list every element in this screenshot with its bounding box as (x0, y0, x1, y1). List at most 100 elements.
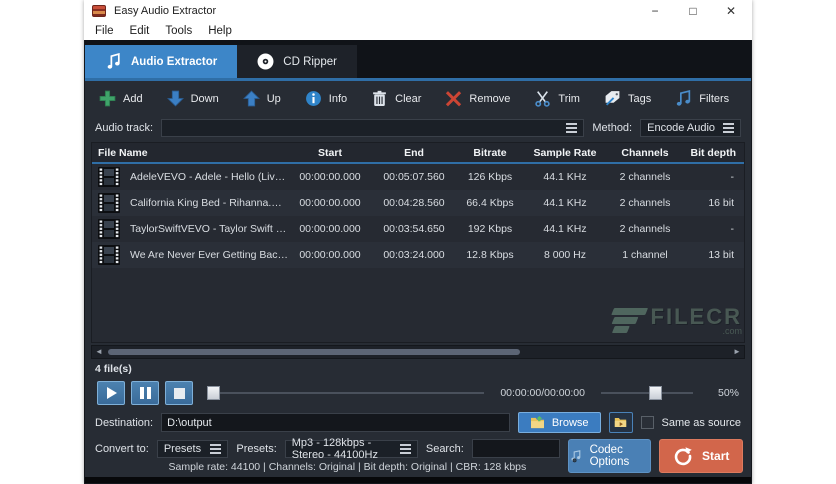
toolbar: Add Down Up Info Clear Remove Trim Tags Filters (85, 81, 751, 116)
file-table: File Name Start End Bitrate Sample Rate Chann… (91, 142, 745, 343)
filecr-logo-icon (603, 307, 648, 333)
tags-button[interactable]: Tags (598, 86, 665, 111)
column-header[interactable]: Bit depth (684, 147, 744, 159)
arrow-up-icon (242, 90, 260, 107)
cell: TaylorSwiftVEVO - Taylor Swift - Wildest… (130, 223, 288, 235)
seek-slider[interactable] (207, 385, 485, 401)
method-value: Encode Audio (647, 122, 715, 134)
column-header[interactable]: Channels (606, 147, 684, 159)
add-button[interactable]: Add (93, 86, 157, 111)
audio-track-label: Audio track: (95, 122, 154, 134)
menu-help[interactable]: Help (201, 24, 239, 38)
browse-button[interactable]: Browse (517, 412, 601, 433)
toolbar-button-label: Trim (558, 92, 580, 105)
menu-edit[interactable]: Edit (123, 24, 157, 38)
cell: 2 channels (619, 171, 671, 183)
cell: 44.1 KHz (543, 223, 587, 235)
same-as-source-label: Same as source (661, 416, 741, 429)
scrollbar-track[interactable] (106, 348, 730, 356)
column-header[interactable]: File Name (92, 147, 288, 159)
play-button[interactable] (97, 381, 125, 405)
scroll-left-icon[interactable]: ◄ (92, 346, 106, 358)
music-filter-icon (675, 90, 692, 107)
status-bar: 4 file(s) (85, 359, 751, 377)
audio-track-row: Audio track: Method: Encode Audio (85, 116, 751, 142)
destination-label: Destination: (95, 416, 154, 429)
start-refresh-icon (674, 447, 692, 466)
cell: - (730, 223, 735, 235)
volume-slider[interactable] (601, 385, 693, 401)
cell: 44.1 KHz (543, 197, 587, 209)
search-label: Search: (425, 442, 464, 455)
dropdown-icon (566, 123, 578, 133)
tab-label: Audio Extractor (131, 55, 218, 68)
down-button[interactable]: Down (161, 86, 233, 111)
info-button[interactable]: Info (299, 86, 361, 111)
clear-button[interactable]: Clear (365, 86, 435, 111)
cell: We Are Never Ever Getting Back Together.… (130, 249, 288, 261)
table-row[interactable]: TaylorSwiftVEVO - Taylor Swift - Wildest… (92, 216, 744, 242)
cell: 00:00:00.000 (299, 197, 361, 209)
column-header[interactable]: End (372, 147, 456, 159)
remove-button[interactable]: Remove (439, 86, 524, 111)
title-bar: Easy Audio Extractor − □ ✕ (84, 0, 752, 22)
filters-button[interactable]: Filters (669, 86, 743, 111)
codec-note-icon (571, 450, 581, 463)
search-input[interactable] (471, 439, 560, 458)
tag-icon (604, 90, 621, 107)
codec-options-button[interactable]: Codec Options (567, 439, 652, 473)
menu-tools[interactable]: Tools (158, 24, 199, 38)
cell: 44.1 KHz (543, 171, 587, 183)
presets-label: Presets: (236, 442, 277, 455)
convert-to-select[interactable]: Presets (156, 439, 229, 458)
open-destination-button[interactable] (608, 412, 633, 433)
tab-audio-extractor[interactable]: Audio Extractor (85, 45, 238, 78)
scroll-right-icon[interactable]: ► (730, 346, 744, 358)
volume-thumb[interactable] (648, 386, 662, 400)
trim-button[interactable]: Trim (528, 86, 594, 111)
convert-settings: Convert to: Presets Presets: Mp3 - 128kb… (95, 437, 560, 473)
destination-input[interactable] (161, 413, 510, 432)
audio-track-select[interactable] (161, 119, 585, 137)
toolbar-button-label: Filters (699, 92, 730, 105)
window-title: Easy Audio Extractor (114, 5, 217, 17)
toolbar-button-label: Up (266, 92, 281, 105)
close-button[interactable]: ✕ (724, 1, 738, 21)
cell: 66.4 Kbps (466, 197, 514, 209)
menu-bar: File Edit Tools Help (84, 22, 752, 40)
cell: 00:03:24.000 (383, 249, 445, 261)
method-label: Method: (592, 122, 633, 134)
music-note-icon (105, 53, 122, 70)
column-header[interactable]: Start (288, 147, 372, 159)
up-button[interactable]: Up (237, 86, 295, 111)
stop-icon (173, 387, 185, 399)
pause-icon (139, 387, 151, 399)
method-select[interactable]: Encode Audio (640, 119, 741, 137)
stop-button[interactable] (165, 381, 193, 405)
menu-file[interactable]: File (88, 24, 121, 38)
maximize-button[interactable]: □ (686, 1, 700, 21)
horizontal-scrollbar[interactable]: ◄ ► (91, 345, 745, 359)
tab-cd-ripper[interactable]: CD Ripper (237, 45, 357, 78)
cell: 00:03:54.650 (383, 223, 445, 235)
seek-thumb[interactable] (207, 386, 220, 400)
cd-icon (257, 53, 274, 70)
table-row[interactable]: AdeleVEVO - Adele - Hello (Live at the N… (92, 164, 744, 190)
column-header[interactable]: Sample Rate (524, 147, 606, 159)
toolbar-button-label: Remove (469, 92, 511, 105)
toolbar-button-label: Down (190, 92, 219, 105)
toolbar-button-label: Tags (627, 92, 652, 105)
scrollbar-thumb[interactable] (108, 349, 520, 355)
start-button[interactable]: Start (659, 439, 743, 473)
same-as-source-checkbox[interactable] (640, 416, 654, 429)
table-row[interactable]: We Are Never Ever Getting Back Together.… (92, 242, 744, 268)
playback-bar: 00:00:00/00:00:00 50% (85, 377, 751, 409)
minimize-button[interactable]: − (648, 1, 662, 21)
pause-button[interactable] (131, 381, 159, 405)
app-icon (92, 5, 106, 17)
table-row[interactable]: California King Bed - Rihanna.wmv 00:00:0… (92, 190, 744, 216)
column-header[interactable]: Bitrate (456, 147, 524, 159)
presets-select[interactable]: Mp3 - 128kbps - Stereo - 44100Hz (284, 437, 418, 461)
cell: 2 channels (619, 197, 671, 209)
cell: California King Bed - Rihanna.wmv (130, 197, 288, 209)
